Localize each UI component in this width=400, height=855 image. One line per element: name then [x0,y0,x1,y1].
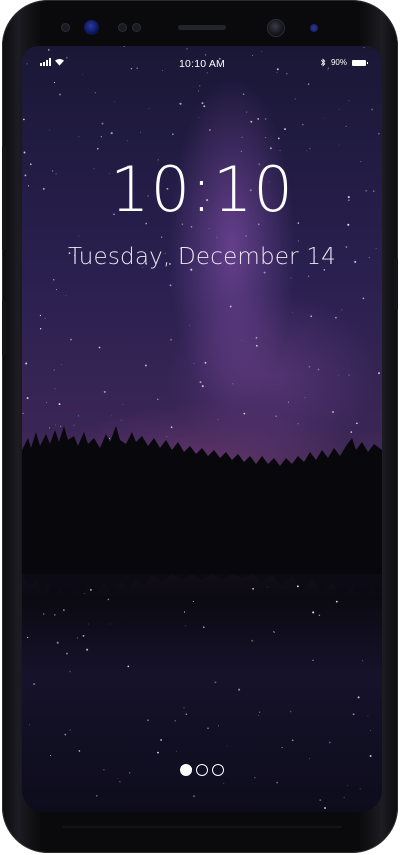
page-dot-2[interactable] [196,764,208,776]
iris-led [310,24,318,32]
page-indicator[interactable] [22,764,382,776]
proximity-sensor [62,24,69,31]
power-button[interactable] [394,258,398,310]
phone-frame: 10:10 AM 90% 10:10 Tuesday, December 14 [2,0,398,853]
earpiece-speaker [178,25,226,30]
battery-percent: 90% [330,58,347,67]
lock-screen[interactable]: 10:10 AM 90% 10:10 Tuesday, December 14 [22,46,382,812]
page-dot-3[interactable] [212,764,224,776]
bixby-button[interactable] [2,300,6,356]
light-sensor [119,24,126,31]
volume-button[interactable] [2,146,6,250]
page-dot-1[interactable] [180,764,192,776]
bluetooth-icon [320,58,326,67]
bottom-bezel [62,826,342,828]
iris-scanner [84,20,99,35]
lockscreen-clock: 10:10 [110,153,294,226]
front-camera [268,20,284,36]
top-bezel [2,0,400,44]
lockscreen-date: Tuesday, December 14 [67,244,337,270]
battery-icon [352,59,368,66]
led-sensor [133,24,140,31]
status-bar: 10:10 AM 90% [22,56,382,72]
